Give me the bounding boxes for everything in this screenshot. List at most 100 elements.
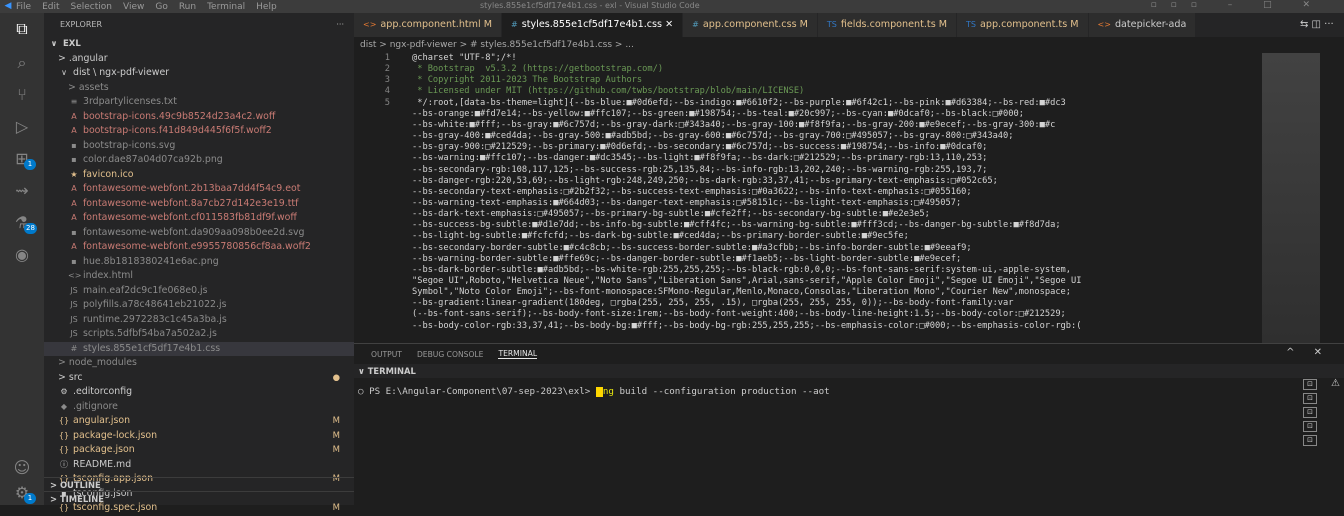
editor-tab[interactable]: TS app.component.ts M [957,13,1089,37]
code-line[interactable]: --bs-success-bg-subtle:■#d1e7dd;--bs-inf… [412,220,1061,230]
menu-item-run[interactable]: Run [179,2,196,12]
file-tree-item[interactable]: ★ favicon.ico [44,168,354,183]
extensions-icon[interactable]: ⊞ 1 [12,149,36,170]
code-line[interactable]: * Copyright 2011-2023 The Bootstrap Auth… [412,75,642,85]
run-debug-icon[interactable]: ▷ [12,117,32,137]
code-line[interactable]: */:root,[data-bs-theme=light]{--bs-blue:… [412,98,1066,108]
file-tree-item[interactable]: # styles.855e1cf5df17e4b1.css [44,341,354,356]
menu-item-file[interactable]: File [16,2,31,12]
file-tree-item[interactable]: Abootstrap-icons.49c9b8524d23a4c2.woff [44,110,354,125]
code-line[interactable]: --bs-orange:■#fd7e14;--bs-yellow:■#ffc10… [412,109,1024,119]
menu-item-view[interactable]: View [123,2,144,12]
panel-tab-output[interactable]: OUTPUT [371,350,402,359]
file-tree-item[interactable]: ∨ dist \ ngx-pdf-viewer [44,66,354,81]
file-tree-item[interactable]: > src ● [44,371,354,386]
file-type-icon: ⚙ [60,387,68,396]
file-tree-item[interactable]: > .angular [44,52,354,67]
window-controls[interactable]: ▫▫▫ – □ ✕ [1151,0,1324,10]
settings-gear-icon[interactable]: ⚙ 1 [12,483,36,504]
code-line[interactable]: * Licensed under MIT (https://github.com… [412,86,804,96]
code-line[interactable]: Symbol","Noto Color Emoji";--bs-font-mon… [412,287,1071,297]
code-line[interactable]: --bs-body-color-rgb:33,37,41;--bs-body-b… [412,321,1081,331]
code-editor[interactable]: 1 @charset "UTF-8";/*! 2 * Bootstrap v5.3.… [354,53,1244,343]
file-tree-item[interactable]: ≡ 3rdpartylicenses.txt [44,95,354,110]
code-line[interactable]: --bs-white:■#fff;--bs-gray:■#6c757d;--bs… [412,120,1055,130]
menu-item-terminal[interactable]: Terminal [207,2,245,12]
code-line[interactable]: --bs-secondary-rgb:108,117,125;--bs-succ… [412,165,987,175]
code-line[interactable]: --bs-warning-text-emphasis:■#664d03;--bs… [412,198,961,208]
file-tree-item[interactable]: {} package.json M [44,443,354,458]
source-control-icon[interactable]: ⑂ [12,85,32,105]
menu-item-help[interactable]: Help [256,2,277,12]
terminal-instance-icon[interactable]: ⊡ [1303,421,1317,432]
editor-tab[interactable]: # app.component.css M [683,13,818,37]
menu-item-edit[interactable]: Edit [42,2,59,12]
code-line[interactable]: --bs-gradient:linear-gradient(180deg, □r… [412,298,1014,308]
terminal-instance-icon[interactable]: ⊡ [1303,435,1317,446]
file-tree-item[interactable]: Afontawesome-webfont.cf011583fb81df9f.wo… [44,211,354,226]
file-tree-item[interactable]: Afontawesome-webfont.e9955780856cf8aa.wo… [44,240,354,255]
terminal-output[interactable]: ○ PS E:\Angular-Component\07-sep-2023\ex… [354,378,1344,397]
editor-tab[interactable]: <> datepicker-ada [1088,13,1197,37]
menu-item-go[interactable]: Go [155,2,167,12]
code-line[interactable]: --bs-warning:■#ffc107;--bs-danger:■#dc35… [412,153,987,163]
file-tree-item[interactable]: JS polyfills.a78c48641eb21022.js [44,298,354,313]
code-line[interactable]: --bs-gray-400:■#ced4da;--bs-gray-500:■#a… [412,131,1014,141]
search-icon[interactable]: ⌕ [12,53,32,73]
outline-section[interactable]: > OUTLINE [44,477,354,491]
testing-icon[interactable]: ⚗ 28 [12,213,37,234]
file-tree-item[interactable]: Afontawesome-webfont.2b13baa7dd4f54c9.eo… [44,182,354,197]
editor-actions[interactable]: ⇆ ◫ ··· [1296,13,1338,37]
file-tree-item[interactable]: JS scripts.5dfbf54ba7a502a2.js [44,327,354,342]
file-tree-item[interactable]: ⚙ .editorconfig [44,385,354,400]
file-tree-item[interactable]: > node_modules [44,356,354,371]
panel-controls[interactable]: ^ ✕ [1286,347,1330,358]
file-tree-item[interactable]: ▪ hue.8b1818380241e6ac.png [44,255,354,270]
warning-icon[interactable]: ⚠ [1331,378,1340,389]
minimap[interactable] [1262,53,1320,343]
file-tree-item[interactable]: ◆ .gitignore [44,400,354,415]
panel-tab-debug-console[interactable]: DEBUG CONSOLE [417,350,484,359]
code-line[interactable]: * Bootstrap v5.3.2 (https://getbootstrap… [412,64,663,74]
code-line[interactable]: @charset "UTF-8";/*! [412,53,517,63]
editor-tab[interactable]: # styles.855e1cf5df17e4b1.css ✕ [502,13,684,37]
code-line[interactable]: --bs-dark-text-emphasis:□#495057;--bs-pr… [412,209,930,219]
account-icon[interactable]: ☺ [12,458,32,478]
menu-item-selection[interactable]: Selection [71,2,112,12]
file-tree-item[interactable]: JS runtime.2972283c1c45a3ba.js [44,313,354,328]
file-tree-item[interactable]: Abootstrap-icons.f41d849d445f6f5f.woff2 [44,124,354,139]
panel-tab-terminal[interactable]: TERMINAL [498,349,538,359]
github-icon[interactable]: ◉ [12,245,32,265]
editor-tab[interactable]: <> app.component.html M [354,13,503,37]
terminal-header[interactable]: ∨ TERMINAL [354,364,1344,378]
code-line[interactable]: "Segoe UI",Roboto,"Helvetica Neue","Noto… [412,276,1081,286]
terminal-instance-icon[interactable]: ⊡ [1303,407,1317,418]
code-line[interactable]: --bs-light-bg-subtle:■#fcfcfd;--bs-dark-… [412,231,909,241]
terminal-instance-icon[interactable]: ⊡ [1303,393,1317,404]
file-tree-item[interactable]: ⓘ README.md [44,458,354,473]
file-tree-item[interactable]: {} package-lock.json M [44,429,354,444]
remote-icon[interactable]: ⇝ [12,181,32,201]
code-line[interactable]: (--bs-font-sans-serif);--bs-body-font-si… [412,309,1066,319]
code-line[interactable]: --bs-gray-900:□#212529;--bs-primary:■#0d… [412,142,987,152]
file-tree-item[interactable]: JS main.eaf2dc9c1fe068e0.js [44,284,354,299]
code-line[interactable]: --bs-secondary-border-subtle:■#c4c8cb;--… [412,243,972,253]
file-tree-item[interactable]: > assets [44,81,354,96]
file-tree-item[interactable]: {} angular.json M [44,414,354,429]
code-line[interactable]: --bs-dark-border-subtle:■#adb5bd;--bs-wh… [412,265,1071,275]
timeline-section[interactable]: > TIMELINE [44,491,354,505]
file-tree-item[interactable]: Afontawesome-webfont.8a7cb27d142e3e19.tt… [44,197,354,212]
file-tree-item[interactable]: ▪ bootstrap-icons.svg [44,139,354,154]
code-line[interactable]: --bs-danger-rgb:220,53,69;--bs-light-rgb… [412,176,998,186]
code-line[interactable]: --bs-secondary-text-emphasis:□#2b2f32;--… [412,187,972,197]
file-tree-item[interactable]: ▪ fontawesome-webfont.da909aa098b0ee2d.sv… [44,226,354,241]
code-line[interactable]: --bs-warning-border-subtle:■#ffe69c;--bs… [412,254,961,264]
file-tree-item[interactable]: <> index.html [44,269,354,284]
terminal-instance-icon[interactable]: ⊡ [1303,379,1317,390]
more-actions-icon[interactable]: ··· [336,13,344,37]
editor-tab[interactable]: TS fields.component.ts M [817,13,958,37]
file-tree-item[interactable]: ▪ color.dae87a04d07ca92b.png [44,153,354,168]
workspace-root[interactable]: ∨ EXL [44,37,354,52]
breadcrumb[interactable]: dist > ngx-pdf-viewer > # styles.855e1cf… [354,37,1344,53]
files-icon[interactable]: ⧉ [12,19,32,39]
